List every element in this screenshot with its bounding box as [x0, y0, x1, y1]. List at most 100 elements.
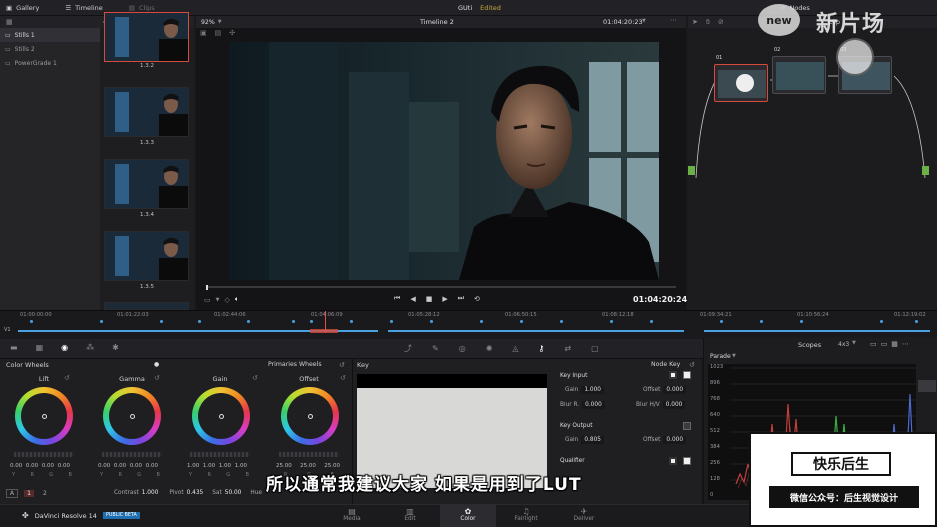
node-key-select[interactable]: Node Key: [651, 361, 680, 368]
scope-scroll-button[interactable]: [918, 380, 936, 392]
value-b[interactable]: 25.00: [324, 463, 340, 469]
3d-icon[interactable]: ▢: [591, 344, 599, 353]
clip-marker[interactable]: [610, 320, 613, 323]
clip-marker[interactable]: [720, 320, 723, 323]
page-media[interactable]: ▤ Media: [324, 505, 380, 527]
key-output-invert[interactable]: [683, 422, 691, 430]
timeline-tab[interactable]: ☰ Timeline: [59, 0, 108, 16]
key-input-invert[interactable]: [669, 371, 677, 379]
page-a-button[interactable]: A: [6, 489, 19, 498]
still-thumbnail[interactable]: [104, 159, 189, 209]
node-input[interactable]: [688, 166, 695, 175]
clip-marker[interactable]: [760, 320, 763, 323]
value-y[interactable]: 0.00: [98, 463, 110, 469]
gain-wheel-handle[interactable]: [219, 414, 224, 419]
key-icon[interactable]: ⚷: [539, 344, 545, 353]
value-g[interactable]: 0.00: [42, 463, 54, 469]
tracker-icon[interactable]: ✺: [486, 344, 493, 353]
wheels-mode-select[interactable]: Primaries Wheels: [268, 361, 322, 368]
value-g[interactable]: 25.00: [300, 463, 316, 469]
clip-marker[interactable]: [350, 320, 353, 323]
camera-raw-icon[interactable]: ▬: [10, 343, 18, 352]
clip-marker[interactable]: [100, 320, 103, 323]
jump-end-icon[interactable]: ⏭︎: [458, 294, 464, 303]
offset-output-value[interactable]: 0.000: [663, 436, 687, 444]
value-g[interactable]: 1.00: [219, 463, 231, 469]
value-b[interactable]: 0.00: [58, 463, 70, 469]
clip-marker[interactable]: [198, 320, 201, 323]
clip-info-icon[interactable]: ▭: [204, 296, 211, 304]
selected-clip[interactable]: [310, 329, 338, 333]
single-view-icon[interactable]: ▭: [870, 340, 877, 348]
curves-icon[interactable]: ⤴: [404, 343, 412, 354]
clip-bar[interactable]: [704, 330, 930, 332]
still-thumbnail[interactable]: [104, 302, 189, 310]
clip-marker[interactable]: [390, 320, 393, 323]
video-frame[interactable]: [229, 42, 659, 280]
album-stills-2[interactable]: ▭ Stills 2: [0, 42, 100, 56]
page-color[interactable]: ✿ Color: [440, 505, 496, 527]
chevron-down-icon[interactable]: ▼: [218, 19, 222, 25]
clip-marker[interactable]: [560, 320, 563, 323]
quad-view-icon[interactable]: ▦: [891, 340, 898, 348]
still-thumbnail[interactable]: [104, 87, 189, 137]
lift-master-slider[interactable]: [14, 452, 74, 457]
highlight-icon[interactable]: ✣: [229, 29, 235, 37]
value-b[interactable]: 1.00: [235, 463, 247, 469]
reset-icon[interactable]: ↺: [340, 374, 346, 382]
value-y[interactable]: 1.00: [187, 463, 199, 469]
clip-marker[interactable]: [480, 320, 483, 323]
page-2-button[interactable]: 2: [40, 490, 50, 497]
value-r[interactable]: 1.00: [203, 463, 215, 469]
reverse-play-icon[interactable]: ◀: [410, 295, 415, 303]
gain-master-slider[interactable]: [190, 452, 250, 457]
contrast-value[interactable]: 1.000: [142, 490, 159, 496]
page-1-button[interactable]: 1: [24, 490, 34, 497]
value-r[interactable]: 25.00: [276, 463, 292, 469]
dual-view-icon[interactable]: ▭: [881, 340, 888, 348]
zoom-level[interactable]: 92%: [201, 19, 215, 26]
value-r[interactable]: 0.00: [26, 463, 38, 469]
scopes-layout-select[interactable]: 4x3: [838, 341, 849, 348]
split-screen-icon[interactable]: ▤: [215, 29, 222, 37]
hand-icon[interactable]: ✋︎: [706, 18, 710, 27]
speaker-icon[interactable]: 🔈︎: [235, 295, 239, 304]
clip-marker[interactable]: [160, 320, 163, 323]
color-match-icon[interactable]: ▦: [36, 343, 44, 352]
key-input-mask[interactable]: [683, 371, 691, 379]
clip-marker[interactable]: [247, 320, 250, 323]
value-y[interactable]: 0.00: [10, 463, 22, 469]
value-r[interactable]: 0.00: [114, 463, 126, 469]
page-fairlight[interactable]: ♫ Fairlight: [498, 505, 554, 527]
grid-view-icon[interactable]: ▦: [6, 18, 13, 26]
still-thumbnail[interactable]: [104, 12, 189, 62]
chevron-down-icon[interactable]: ▼: [216, 297, 220, 303]
stop-icon[interactable]: ■: [426, 295, 433, 303]
sizing-icon[interactable]: ⇄: [564, 344, 571, 353]
reset-icon[interactable]: ↺: [339, 361, 345, 369]
rgb-mixer-icon[interactable]: ⁂: [86, 343, 94, 352]
node-02[interactable]: [772, 56, 826, 94]
viewer-scrubber[interactable]: [206, 285, 676, 290]
gamma-master-slider[interactable]: [102, 452, 162, 457]
more-options-icon[interactable]: ⋯: [902, 340, 909, 348]
scope-mode-select[interactable]: Parade: [710, 353, 731, 360]
jump-start-icon[interactable]: ⏮︎: [394, 294, 400, 303]
pivot-value[interactable]: 0.435: [187, 490, 204, 496]
offset-master-slider[interactable]: [279, 452, 339, 457]
reset-icon[interactable]: ↺: [252, 374, 258, 382]
clip-marker[interactable]: [650, 320, 653, 323]
gamma-wheel-handle[interactable]: [130, 414, 135, 419]
reset-icon[interactable]: ↺: [64, 374, 70, 382]
more-options-icon[interactable]: ⋯: [670, 16, 677, 24]
motion-effects-icon[interactable]: ✱: [112, 343, 119, 352]
offset-input-value[interactable]: 0.000: [663, 386, 687, 394]
clip-marker[interactable]: [430, 320, 433, 323]
clip-marker[interactable]: [310, 320, 313, 323]
still-thumbnail[interactable]: [104, 231, 189, 281]
album-stills-1[interactable]: ▭ Stills 1: [0, 28, 100, 42]
chevron-down-icon[interactable]: ▼: [732, 353, 736, 359]
color-wheels-icon[interactable]: ◉: [61, 343, 68, 352]
clip-marker[interactable]: [292, 320, 295, 323]
play-icon[interactable]: ▶: [442, 295, 447, 303]
